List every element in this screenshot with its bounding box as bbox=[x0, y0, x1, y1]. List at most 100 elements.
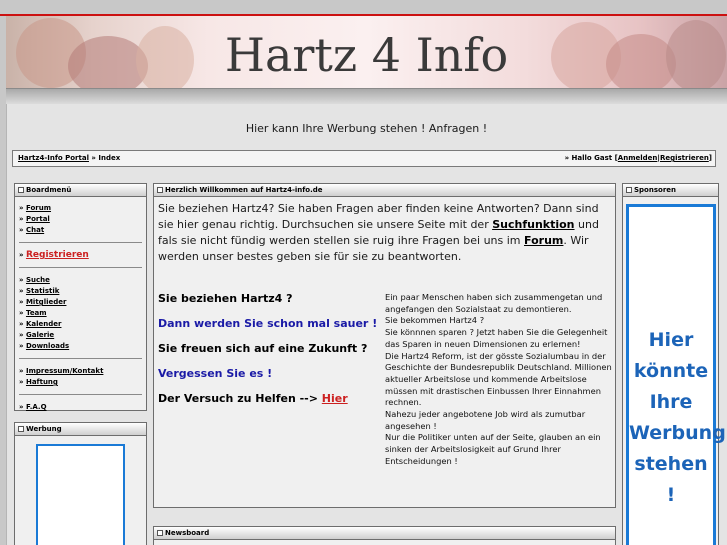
menu-bullet: » bbox=[19, 251, 26, 259]
boardmenu-item: » Chat bbox=[19, 225, 142, 236]
boardmenu-item: » Statistik bbox=[19, 286, 142, 297]
search-function-link[interactable]: Suchfunktion bbox=[492, 218, 574, 231]
boardmenu-link[interactable]: Haftung bbox=[26, 378, 58, 386]
boardmenu-item: » Impressum/Kontakt bbox=[19, 366, 142, 377]
help-text: Der Versuch zu Helfen --> bbox=[158, 392, 322, 405]
breadcrumb: Hartz4-Info Portal » Index » Hallo Gast … bbox=[12, 150, 716, 167]
menu-divider bbox=[19, 242, 142, 243]
werbung-ad-box[interactable] bbox=[36, 444, 125, 545]
menu-bullet: » bbox=[19, 276, 26, 284]
boardmenu-link[interactable]: Team bbox=[26, 309, 47, 317]
menu-bullet: » bbox=[19, 309, 26, 317]
right-paragraph: Ein paar Menschen haben sich zusammenget… bbox=[385, 292, 603, 314]
ad-word: könnte bbox=[633, 360, 709, 382]
panel-toggle-icon[interactable] bbox=[157, 187, 163, 193]
boardmenu-item: » Forum bbox=[19, 203, 142, 214]
menu-bullet: » bbox=[19, 226, 26, 234]
greeting-suffix: ] bbox=[708, 154, 712, 162]
sponsoren-title: Sponsoren bbox=[634, 186, 677, 194]
boardmenu-item: » Portal bbox=[19, 214, 142, 225]
guest-greeting: » Hallo Gast [Anmelden|Registrieren] bbox=[565, 154, 712, 162]
werbung-panel: Werbung bbox=[14, 422, 147, 545]
left-line: Sie beziehen Hartz4 ? bbox=[158, 292, 293, 305]
login-link[interactable]: Anmelden bbox=[618, 154, 658, 162]
boardmenu-panel: Boardmenü » Forum» Portal» Chat» Registr… bbox=[14, 183, 147, 411]
panel-toggle-icon[interactable] bbox=[18, 426, 24, 432]
ad-word: ! bbox=[666, 484, 676, 506]
menu-bullet: » bbox=[19, 320, 26, 328]
panel-toggle-icon[interactable] bbox=[626, 187, 632, 193]
welcome-left-column: Sie beziehen Hartz4 ? Dann werden Sie sc… bbox=[158, 292, 378, 417]
boardmenu-item: » F.A.Q bbox=[19, 402, 142, 413]
sponsoren-panel: Sponsoren Hier könnte Ihre Werbung stehe… bbox=[622, 183, 726, 545]
left-line: Sie freuen sich auf eine Zukunft ? bbox=[158, 342, 368, 355]
werbung-title: Werbung bbox=[26, 425, 62, 433]
welcome-body: Sie beziehen Hartz4? Sie haben Fragen ab… bbox=[154, 197, 615, 466]
menu-bullet: » bbox=[19, 403, 26, 411]
advertising-notice[interactable]: Hier kann Ihre Werbung stehen ! Anfragen… bbox=[6, 122, 727, 135]
newsboard-header: Newsboard bbox=[154, 527, 615, 540]
boardmenu-item: » Galerie bbox=[19, 330, 142, 341]
boardmenu-item: » Haftung bbox=[19, 377, 142, 388]
ad-word: Werbung bbox=[629, 422, 726, 444]
boardmenu-register-link[interactable]: Registrieren bbox=[26, 250, 89, 260]
right-paragraph: Nur die Politiker unten auf der Seite, g… bbox=[385, 432, 601, 466]
boardmenu-link[interactable]: Forum bbox=[26, 204, 51, 212]
welcome-title: Herzlich Willkommen auf Hartz4-info.de bbox=[165, 186, 323, 194]
ad-word: Hier bbox=[648, 329, 694, 351]
boardmenu-link[interactable]: Suche bbox=[26, 276, 50, 284]
hier-link[interactable]: Hier bbox=[322, 392, 348, 405]
forum-link[interactable]: Forum bbox=[524, 234, 563, 247]
menu-bullet: » bbox=[19, 287, 26, 295]
menu-bullet: » bbox=[19, 215, 26, 223]
boardmenu-link[interactable]: F.A.Q bbox=[26, 403, 47, 411]
welcome-right-column: Ein paar Menschen haben sich zusammenget… bbox=[385, 292, 613, 468]
site-title: Hartz 4 Info bbox=[224, 28, 509, 82]
welcome-intro: Sie beziehen Hartz4? Sie haben Fragen ab… bbox=[158, 201, 611, 265]
newsboard-panel: Newsboard bbox=[153, 526, 616, 545]
boardmenu-link[interactable]: Portal bbox=[26, 215, 50, 223]
sponsor-ad-box[interactable]: Hier könnte Ihre Werbung stehen ! bbox=[626, 204, 726, 545]
panel-toggle-icon[interactable] bbox=[157, 530, 163, 536]
register-link[interactable]: Registrieren bbox=[660, 154, 709, 162]
boardmenu-header: Boardmenü bbox=[15, 184, 146, 197]
sponsoren-header: Sponsoren bbox=[623, 184, 718, 197]
boardmenu-link[interactable]: Galerie bbox=[26, 331, 54, 339]
boardmenu-link[interactable]: Statistik bbox=[26, 287, 59, 295]
boardmenu-title: Boardmenü bbox=[26, 186, 72, 194]
menu-bullet: » bbox=[19, 204, 26, 212]
boardmenu-item: » Suche bbox=[19, 275, 142, 286]
menu-bullet: » bbox=[19, 378, 26, 386]
site-header-banner: Hartz 4 Info bbox=[6, 16, 727, 88]
menu-divider bbox=[19, 394, 142, 395]
left-line-help: Der Versuch zu Helfen --> Hier bbox=[158, 392, 378, 405]
newsboard-title: Newsboard bbox=[165, 529, 210, 537]
sponsor-ad-text: Hier könnte Ihre Werbung stehen ! bbox=[629, 325, 726, 511]
boardmenu-item: » Kalender bbox=[19, 319, 142, 330]
left-line: Dann werden Sie schon mal sauer ! bbox=[158, 317, 378, 330]
boardmenu-link[interactable]: Chat bbox=[26, 226, 44, 234]
ad-word: stehen bbox=[634, 453, 708, 475]
panel-toggle-icon[interactable] bbox=[18, 187, 24, 193]
welcome-panel: Herzlich Willkommen auf Hartz4-info.de S… bbox=[153, 183, 616, 508]
boardmenu-link[interactable]: Downloads bbox=[26, 342, 69, 350]
boardmenu-item: » Mitglieder bbox=[19, 297, 142, 308]
left-line: Vergessen Sie es ! bbox=[158, 367, 273, 380]
menu-bullet: » bbox=[19, 342, 26, 350]
header-shadow-bar bbox=[6, 88, 727, 104]
menu-bullet: » bbox=[19, 298, 26, 306]
boardmenu-link[interactable]: Impressum/Kontakt bbox=[26, 367, 103, 375]
welcome-header: Herzlich Willkommen auf Hartz4-info.de bbox=[154, 184, 615, 197]
boardmenu-link[interactable]: Mitglieder bbox=[26, 298, 66, 306]
breadcrumb-home-link[interactable]: Hartz4-Info Portal bbox=[18, 154, 89, 162]
breadcrumb-separator: » bbox=[88, 154, 99, 162]
menu-divider bbox=[19, 358, 142, 359]
boardmenu-item: » Team bbox=[19, 308, 142, 319]
breadcrumb-current: Index bbox=[98, 154, 121, 162]
boardmenu-item: » Downloads bbox=[19, 341, 142, 352]
right-paragraph: Sie könnnen sparen ? Jetzt haben Sie die… bbox=[385, 327, 608, 349]
menu-divider bbox=[19, 267, 142, 268]
boardmenu-link[interactable]: Kalender bbox=[26, 320, 62, 328]
page: Hartz 4 Info Hier kann Ihre Werbung steh… bbox=[0, 0, 727, 545]
ad-word: Ihre bbox=[649, 391, 693, 413]
